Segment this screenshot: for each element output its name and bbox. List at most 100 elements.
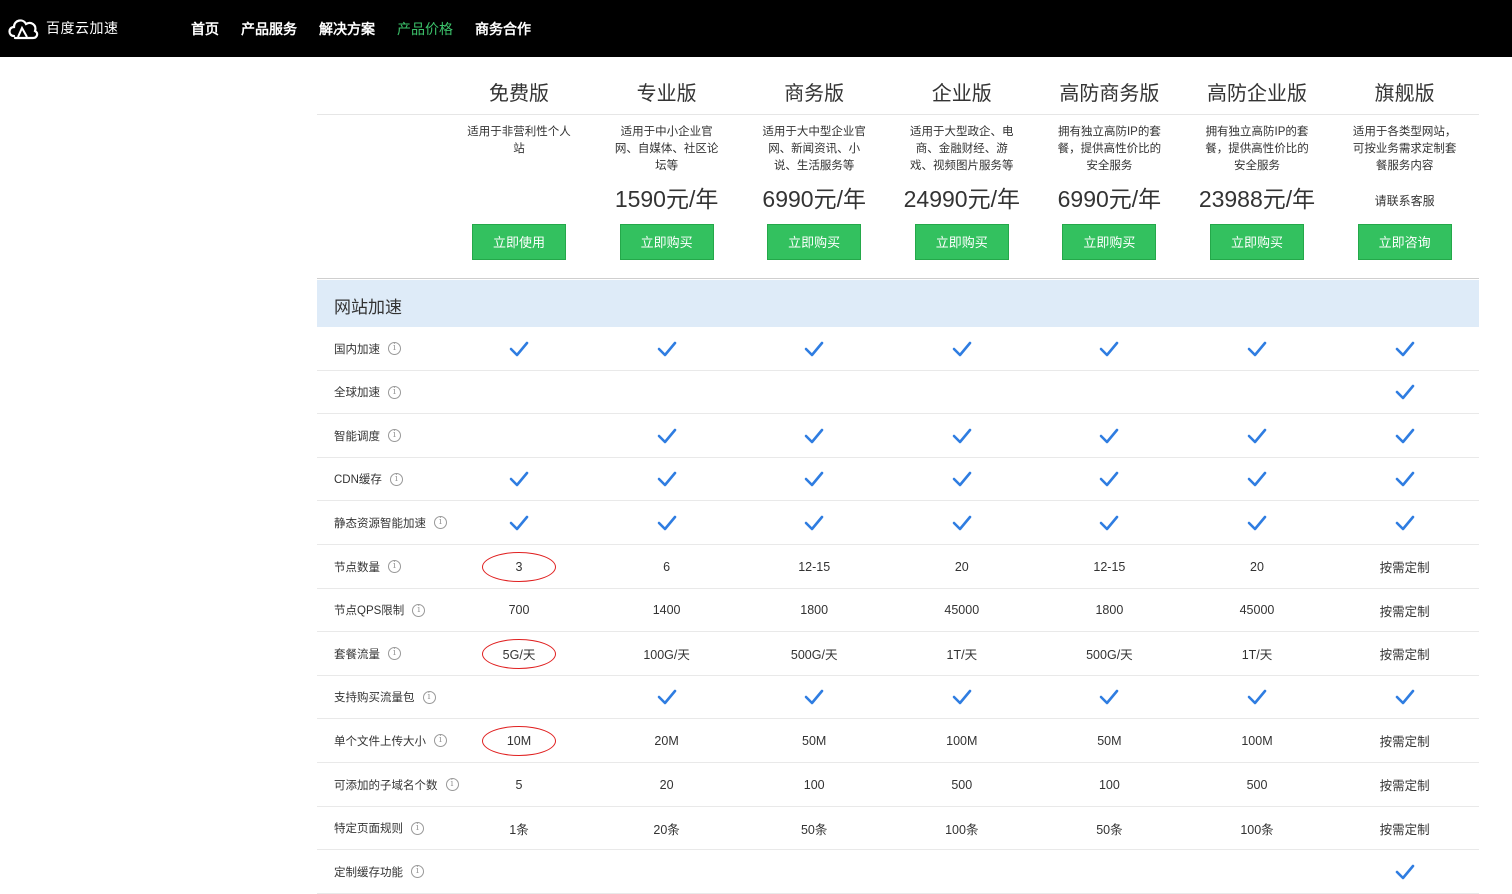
plan-description: 适用于中小企业官网、自媒体、社区论坛等: [614, 126, 719, 172]
plan-price: 6990元/年: [1057, 186, 1162, 212]
feature-cell: 按需定制: [1379, 822, 1430, 837]
info-icon[interactable]: i: [411, 821, 424, 835]
feature-cell: [1035, 676, 1183, 719]
header-divider: [317, 114, 1479, 115]
feature-label: 国内加速 i: [334, 327, 401, 370]
checkmark-icon: [1247, 471, 1267, 487]
checkmark-icon: [1247, 515, 1267, 531]
feature-cell: [445, 501, 593, 544]
feature-cell: 100M: [1241, 733, 1273, 748]
top-navigation-bar: 百度云加速 首页 产品服务 解决方案 产品价格 商务合作: [0, 0, 1512, 57]
feature-cell: [888, 327, 1036, 370]
feature-cell: 500G/天: [790, 648, 838, 663]
feature-cell: 100条: [945, 822, 979, 837]
info-icon[interactable]: i: [388, 560, 401, 573]
feature-cell: [740, 458, 888, 501]
checkmark-icon: [1247, 428, 1267, 443]
plan-action-button[interactable]: 立即使用: [472, 224, 566, 260]
info-icon[interactable]: i: [388, 429, 401, 443]
plan-action-button[interactable]: 立即购买: [1210, 224, 1304, 260]
checkmark-icon: [804, 515, 824, 531]
checkmark-icon: [952, 689, 972, 705]
feature-cell: 50条: [1096, 822, 1123, 837]
feature-cell: 700: [508, 603, 530, 618]
plan-description: 拥有独立高防IP的套餐，提供高性价比的安全服务: [1205, 126, 1309, 172]
info-icon[interactable]: i: [422, 690, 436, 704]
feature-cell: 12-15: [798, 559, 831, 574]
header-bottom-divider: [317, 278, 1479, 279]
feature-cell: [1331, 414, 1479, 457]
feature-cell: 6: [663, 559, 671, 574]
feature-cell: 100M: [946, 733, 978, 748]
nav-item-0[interactable]: 首页: [191, 19, 219, 39]
feature-cell: 按需定制: [1379, 604, 1430, 619]
feature-row: 全球加速 i: [317, 371, 1479, 415]
feature-cell: [1183, 458, 1331, 501]
info-icon[interactable]: i: [389, 472, 403, 486]
plan-name: 企业版: [931, 83, 992, 105]
nav-item-2[interactable]: 解决方案: [319, 19, 375, 39]
feature-cell: [445, 414, 593, 457]
checkmark-icon: [804, 428, 824, 443]
checkmark-icon: [952, 341, 972, 356]
checkmark-icon: [952, 515, 972, 531]
feature-cell: [1183, 676, 1331, 719]
feature-row: 特定页面规则 i 1条 20条 50条 100条 50条 100条 按需定制: [317, 807, 1479, 851]
checkmark-icon: [804, 341, 824, 356]
checkmark-icon: [952, 471, 972, 487]
checkmark-icon: [804, 689, 824, 705]
info-icon[interactable]: i: [388, 342, 401, 355]
plan-description: 适用于大中型企业官网、新闻资讯、小说、生活服务等: [762, 126, 866, 172]
feature-cell: [1035, 850, 1183, 893]
feature-label: 支持购买流量包 i: [334, 676, 436, 719]
plan-action-button[interactable]: 立即购买: [914, 224, 1009, 260]
feature-cell: [1331, 458, 1479, 501]
plan-action-button[interactable]: 立即咨询: [1357, 224, 1452, 260]
brand-logo[interactable]: 百度云加速: [6, 14, 119, 42]
info-icon[interactable]: i: [388, 647, 401, 661]
checkmark-icon: [1100, 689, 1119, 705]
info-icon[interactable]: i: [412, 603, 426, 617]
feature-cell: [1183, 327, 1331, 370]
plan-name: 商务版: [784, 83, 845, 105]
feature-row: 节点QPS限制 i 700 1400 1800 45000 1800 45000 按需定制: [317, 589, 1479, 633]
feature-cell: 1800: [800, 603, 829, 618]
info-icon[interactable]: i: [411, 865, 424, 879]
feature-cell: [888, 458, 1036, 501]
nav-item-1[interactable]: 产品服务: [241, 19, 297, 39]
feature-label: 套餐流量 i: [334, 632, 401, 675]
plan-price: 1590元/年: [614, 186, 719, 212]
nav-item-4[interactable]: 商务合作: [475, 19, 531, 39]
nav-item-3[interactable]: 产品价格: [397, 19, 453, 39]
feature-cell: [445, 850, 593, 893]
feature-cell: [888, 371, 1036, 414]
checkmark-icon: [804, 471, 824, 487]
highlight-circle: [482, 638, 556, 669]
feature-cell: [1331, 501, 1479, 544]
feature-cell: 按需定制: [1379, 779, 1430, 793]
feature-cell: [1035, 414, 1183, 457]
feature-row: 国内加速 i: [317, 327, 1479, 371]
feature-cell: 45000: [1239, 603, 1275, 618]
feature-cell: [1183, 414, 1331, 457]
checkmark-icon: [1395, 428, 1414, 443]
feature-cell: [445, 371, 593, 414]
feature-label: 节点数量 i: [334, 545, 401, 588]
feature-cell: 20条: [653, 822, 680, 837]
info-icon[interactable]: i: [388, 385, 401, 399]
checkmark-icon: [1395, 864, 1414, 879]
plan-action-button[interactable]: 立即购买: [619, 224, 714, 260]
feature-cell: [1331, 850, 1479, 893]
feature-cell: [888, 501, 1036, 544]
feature-label: 全球加速 i: [334, 371, 401, 414]
feature-cell: [888, 414, 1036, 457]
feature-row: 可添加的子域名个数 i 5 20 100 500 100 500 按需定制: [317, 763, 1479, 807]
feature-cell: [445, 676, 593, 719]
plan-description: 适用于非营利性个人站: [467, 126, 571, 155]
plan-name: 高防企业版: [1207, 83, 1307, 105]
plan-action-button[interactable]: 立即购买: [1062, 224, 1157, 260]
plan-description: 拥有独立高防IP的套餐，提供高性价比的安全服务: [1057, 126, 1162, 172]
feature-cell: [740, 371, 888, 414]
checkmark-icon: [657, 689, 676, 705]
plan-action-button[interactable]: 立即购买: [767, 224, 862, 260]
